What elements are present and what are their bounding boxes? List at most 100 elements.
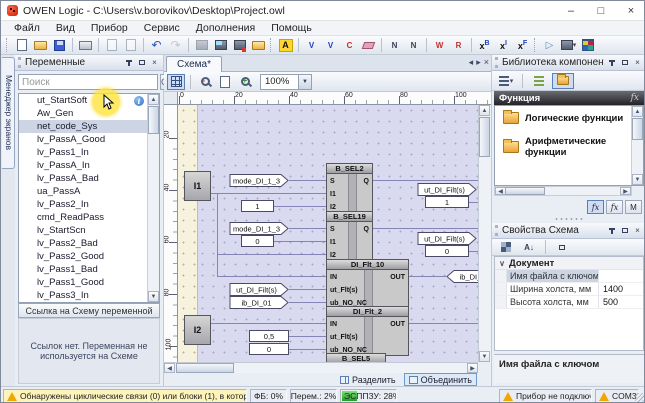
canvas-vertical-scrollbar[interactable]: ▲ ▼	[478, 105, 491, 362]
print-icon[interactable]	[76, 37, 95, 54]
variable-item[interactable]: cmd_ReadPass	[19, 211, 159, 224]
eraser-icon[interactable]	[359, 37, 378, 54]
close-button[interactable]: ×	[616, 1, 645, 20]
variable-info-icon[interactable]: i	[134, 96, 144, 106]
pin-IN[interactable]: IN	[330, 318, 337, 331]
pin-icon[interactable]	[123, 58, 134, 68]
constant-block[interactable]: 0,5	[249, 330, 289, 342]
constant-block[interactable]: 0	[425, 245, 469, 257]
zoom-combo[interactable]: 100% ▼	[260, 74, 312, 90]
restore-icon[interactable]	[136, 58, 147, 68]
restore-icon[interactable]	[619, 226, 630, 236]
search-input[interactable]	[18, 74, 158, 90]
insert-constant-icon[interactable]: C	[340, 37, 359, 54]
menu-item-3[interactable]: Сервис	[136, 22, 188, 34]
property-value[interactable]: 500	[599, 296, 643, 308]
variable-item[interactable]: lv_PassA_Good	[19, 133, 159, 146]
convert-bool-icon[interactable]: xB	[475, 37, 494, 54]
variable-tag[interactable]: ib_DI_0	[446, 270, 478, 286]
convert-float-icon[interactable]: xF	[513, 37, 532, 54]
zoom-dropdown-icon[interactable]: ▼	[298, 75, 311, 89]
restore-icon[interactable]	[619, 58, 630, 68]
menu-item-4[interactable]: Дополнения	[188, 22, 263, 34]
property-group-document[interactable]: ∨ Документ	[495, 257, 643, 270]
scheme-canvas[interactable]: 20406080100 I1I2B_SEL2SI1I2QB_SEL19SI1I2…	[164, 105, 478, 362]
variable-item[interactable]: lv_Pass2_In	[19, 198, 159, 211]
function-block-DI_Flt_2[interactable]: DI_Flt_2INut_Flt(s)ub_NO_NCOUT	[326, 306, 409, 356]
tab-scheme[interactable]: Схема*	[166, 56, 222, 72]
property-row[interactable]: Ширина холста, мм1400	[495, 283, 643, 296]
property-value[interactable]	[599, 270, 643, 282]
input-rail-I2[interactable]: I2	[184, 315, 211, 345]
pin-S[interactable]: S	[330, 223, 335, 236]
panel-splitter[interactable]	[554, 217, 585, 221]
simulator-play-icon[interactable]: ▷	[540, 37, 559, 54]
tab-scroll-left-icon[interactable]: ◂	[469, 57, 474, 68]
pin-OUT[interactable]: OUT	[390, 271, 405, 284]
text-label-icon[interactable]: A	[276, 37, 295, 54]
categorized-view-icon[interactable]	[496, 239, 516, 255]
constant-block[interactable]: 0	[249, 343, 289, 355]
close-icon[interactable]: ×	[632, 226, 643, 236]
menu-item-0[interactable]: Файл	[6, 22, 48, 34]
write-variable-icon[interactable]: W	[430, 37, 449, 54]
function-block-B_SEL19[interactable]: B_SEL19SI1I2Q	[326, 211, 373, 261]
variable-item[interactable]: lv_Pass3_In	[19, 289, 159, 302]
pin-icon[interactable]	[606, 226, 617, 236]
alphabetical-sort-icon[interactable]: A↓	[519, 239, 539, 255]
property-value[interactable]: 1400	[599, 283, 643, 295]
library-bottom-tab-fx[interactable]: fx	[606, 200, 623, 214]
screen-manager-tab[interactable]: Менеджер экранов	[2, 57, 15, 169]
zoom-in-icon[interactable]: +	[236, 74, 254, 90]
redo-icon[interactable]: ↷	[166, 37, 185, 54]
menu-item-5[interactable]: Помощь	[263, 22, 320, 34]
merge-view-button[interactable]: Объединить	[404, 373, 477, 386]
variable-item[interactable]: lv_Pass1_Good	[19, 276, 159, 289]
new-file-icon[interactable]	[12, 37, 31, 54]
library-bottom-tab-M[interactable]: M	[625, 200, 642, 214]
variable-item[interactable]: net_code_Sys	[19, 120, 159, 133]
pin-S[interactable]: S	[330, 175, 335, 188]
library-folder-item[interactable]: Логические функции	[495, 106, 643, 130]
variable-item[interactable]: ua_PassA	[19, 185, 159, 198]
variable-item[interactable]: Aw_Gen	[19, 107, 159, 120]
split-view-button[interactable]: Разделить	[336, 373, 400, 386]
variable-item[interactable]: lv_StartScn	[19, 224, 159, 237]
constant-block[interactable]: 0	[241, 235, 274, 247]
close-icon[interactable]: ×	[632, 58, 643, 68]
device-archive-icon[interactable]	[249, 37, 268, 54]
function-block-B_SEL5[interactable]: B_SEL5S	[326, 353, 386, 362]
pin-icon[interactable]	[606, 58, 617, 68]
constant-block[interactable]: 1	[425, 196, 469, 208]
function-block-B_SEL2[interactable]: B_SEL2SI1I2Q	[326, 163, 373, 213]
pin-ut_Flt(s)[interactable]: ut_Flt(s)	[330, 284, 358, 297]
status-warning[interactable]: Обнаружены циклические связи (0) или бло…	[3, 389, 247, 403]
paste-icon[interactable]	[121, 37, 140, 54]
resize-grip[interactable]	[635, 393, 645, 403]
minimize-button[interactable]: –	[556, 1, 586, 20]
library-horizontal-scrollbar[interactable]: ◀ ▶	[494, 186, 632, 196]
close-icon[interactable]: ×	[149, 58, 160, 68]
collapse-icon[interactable]: ∨	[495, 259, 509, 268]
tab-close-icon[interactable]: ×	[484, 57, 489, 68]
property-row[interactable]: Высота холста, мм500	[495, 296, 643, 309]
library-bottom-tab-fx[interactable]: fx	[587, 200, 604, 214]
pin-ut_Flt(s)[interactable]: ut_Flt(s)	[330, 331, 358, 344]
maximize-button[interactable]: □	[586, 1, 616, 20]
sort-icon[interactable]	[529, 73, 549, 89]
variable-item[interactable]: lv_PassA_Bad	[19, 172, 159, 185]
input-rail-I1[interactable]: I1	[184, 171, 211, 201]
insert-input-variable-icon[interactable]: V	[302, 37, 321, 54]
variable-item[interactable]: lv_Pass2_Bad	[19, 237, 159, 250]
read-variable-icon[interactable]: R	[449, 37, 468, 54]
pin-Q[interactable]: Q	[364, 223, 369, 236]
variable-item[interactable]: lv_Pass1_In	[19, 146, 159, 159]
open-file-icon[interactable]	[31, 37, 50, 54]
variable-item[interactable]: lv_Pass2_Good	[19, 250, 159, 263]
function-block-DI_Flt_10[interactable]: DI_Flt_10INut_Flt(s)ub_NO_NCOUT	[326, 259, 409, 309]
zoom-out-icon[interactable]: -	[196, 74, 214, 90]
property-row[interactable]: Имя файла с ключом	[495, 270, 643, 283]
menu-item-1[interactable]: Вид	[48, 22, 83, 34]
library-folder-item[interactable]: Арифметические функции	[495, 130, 643, 164]
debug-dropdown-icon[interactable]: ▾	[559, 37, 578, 54]
